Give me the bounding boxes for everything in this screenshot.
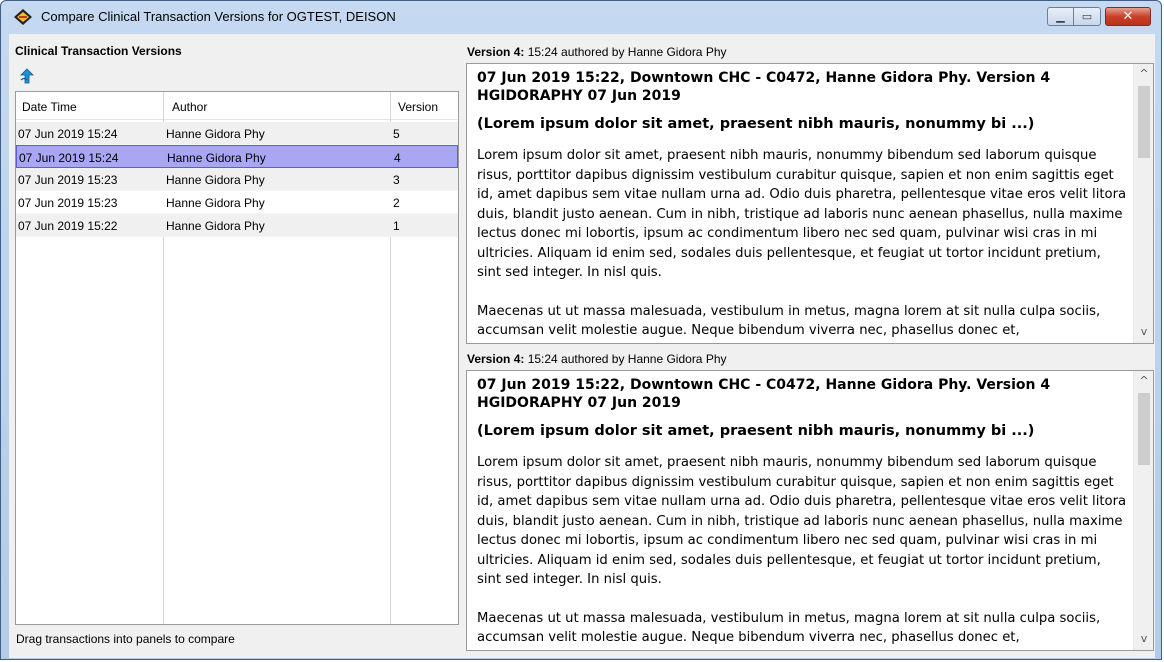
panel-bottom-version: Version 4:: [467, 352, 525, 366]
close-button[interactable]: ✕: [1105, 7, 1151, 26]
app-window: Compare Clinical Transaction Versions fo…: [0, 0, 1162, 660]
document-title: 07 Jun 2019 15:22, Downtown CHC - C0472,…: [477, 70, 1051, 104]
cell-date-time: 07 Jun 2019 15:22: [18, 219, 118, 233]
versions-grid: Date Time Author Version 07 Jun 2019 15:…: [15, 91, 459, 625]
table-row[interactable]: 07 Jun 2019 15:23 Hanne Gidora Phy 2: [16, 191, 458, 214]
document-title: 07 Jun 2019 15:22, Downtown CHC - C0472,…: [477, 377, 1051, 411]
cell-version: 2: [393, 196, 400, 210]
panel-top-label: Version 4: 15:24 authored by Hanne Gidor…: [467, 45, 727, 59]
panel-top-version: Version 4:: [467, 45, 525, 59]
table-row[interactable]: 07 Jun 2019 15:23 Hanne Gidora Phy 3: [16, 168, 458, 191]
blue-up-arrow-icon[interactable]: [18, 68, 36, 84]
document-paragraph: Maecenas ut ut massa malesuada, vestibul…: [477, 303, 1101, 339]
scroll-down-icon[interactable]: v: [1134, 324, 1153, 340]
column-header-date-time[interactable]: Date Time: [22, 100, 77, 114]
cell-date-time: 07 Jun 2019 15:24: [18, 127, 118, 141]
window-controls: ▁ ▭ ✕: [1047, 7, 1151, 27]
panel-bottom-meta: 15:24 authored by Hanne Gidora Phy: [524, 352, 727, 366]
cell-date-time: 07 Jun 2019 15:23: [18, 196, 118, 210]
scroll-down-icon[interactable]: v: [1134, 631, 1153, 647]
cell-version: 4: [394, 151, 401, 165]
document-paragraph: Maecenas ut ut massa malesuada, vestibul…: [477, 610, 1101, 646]
minimize-button[interactable]: ▁: [1047, 7, 1074, 26]
cell-author: Hanne Gidora Phy: [166, 219, 265, 233]
grid-header: Date Time Author Version: [16, 92, 458, 120]
scroll-thumb[interactable]: [1138, 393, 1150, 465]
compare-app-icon: [14, 9, 32, 25]
maximize-button[interactable]: ▭: [1074, 7, 1101, 26]
scroll-up-icon[interactable]: ^: [1134, 373, 1153, 389]
cell-author: Hanne Gidora Phy: [166, 196, 265, 210]
vertical-scrollbar[interactable]: ^ v: [1133, 371, 1153, 650]
title-bar[interactable]: Compare Clinical Transaction Versions fo…: [1, 1, 1161, 33]
document-content: 07 Jun 2019 15:22, Downtown CHC - C0472,…: [477, 376, 1127, 648]
cell-version: 3: [393, 173, 400, 187]
status-text: Drag transactions into panels to compare: [16, 632, 235, 646]
document-content: 07 Jun 2019 15:22, Downtown CHC - C0472,…: [477, 69, 1127, 341]
document-body: Lorem ipsum dolor sit amet, praesent nib…: [477, 146, 1127, 341]
scroll-thumb[interactable]: [1138, 86, 1150, 158]
document-subtitle: (Lorem ipsum dolor sit amet, praesent ni…: [477, 116, 1035, 132]
cell-version: 1: [393, 219, 400, 233]
compare-panel-bottom[interactable]: 07 Jun 2019 15:22, Downtown CHC - C0472,…: [466, 370, 1154, 651]
scroll-up-icon[interactable]: ^: [1134, 66, 1153, 82]
column-header-author[interactable]: Author: [172, 100, 207, 114]
table-row[interactable]: 07 Jun 2019 15:22 Hanne Gidora Phy 1: [16, 214, 458, 237]
window-title: Compare Clinical Transaction Versions fo…: [41, 9, 396, 24]
cell-version: 5: [393, 127, 400, 141]
vertical-scrollbar[interactable]: ^ v: [1133, 64, 1153, 343]
compare-panel-top[interactable]: 07 Jun 2019 15:22, Downtown CHC - C0472,…: [466, 63, 1154, 344]
client-area: Clinical Transaction Versions Date Time …: [9, 34, 1155, 658]
document-subtitle: (Lorem ipsum dolor sit amet, praesent ni…: [477, 423, 1035, 439]
grid-rows: 07 Jun 2019 15:24 Hanne Gidora Phy 5 07 …: [16, 122, 458, 237]
column-header-version[interactable]: Version: [398, 100, 438, 114]
table-row[interactable]: 07 Jun 2019 15:24 Hanne Gidora Phy 5: [16, 122, 458, 145]
table-row-selected[interactable]: 07 Jun 2019 15:24 Hanne Gidora Phy 4: [16, 145, 458, 168]
document-paragraph: Lorem ipsum dolor sit amet, praesent nib…: [477, 455, 1127, 587]
panel-top-meta: 15:24 authored by Hanne Gidora Phy: [524, 45, 727, 59]
cell-author: Hanne Gidora Phy: [167, 151, 266, 165]
cell-date-time: 07 Jun 2019 15:24: [19, 151, 119, 165]
panel-bottom-label: Version 4: 15:24 authored by Hanne Gidor…: [467, 352, 727, 366]
document-paragraph: Lorem ipsum dolor sit amet, praesent nib…: [477, 148, 1127, 280]
cell-date-time: 07 Jun 2019 15:23: [18, 173, 118, 187]
versions-heading: Clinical Transaction Versions: [15, 44, 182, 58]
cell-author: Hanne Gidora Phy: [166, 127, 265, 141]
cell-author: Hanne Gidora Phy: [166, 173, 265, 187]
document-body: Lorem ipsum dolor sit amet, praesent nib…: [477, 453, 1127, 648]
